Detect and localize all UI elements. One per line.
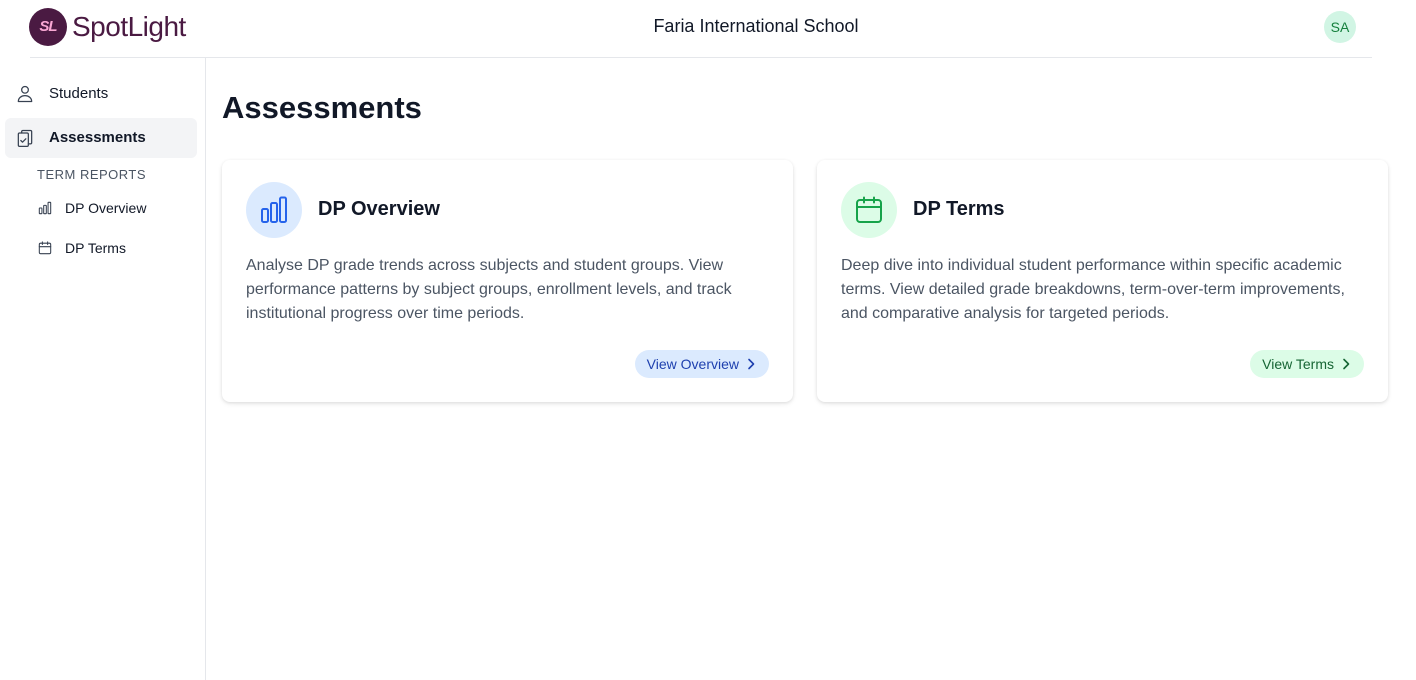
sidebar-subitem-label: DP Terms	[65, 240, 126, 256]
section-label-term-reports: TERM REPORTS	[37, 167, 147, 182]
page-title: Assessments	[222, 90, 422, 125]
header-divider	[30, 57, 1372, 58]
sidebar-item-assessments[interactable]: Assessments	[5, 118, 197, 158]
card-icon-circle	[246, 182, 302, 238]
clipboard-check-icon	[17, 129, 33, 147]
button-label: View Overview	[646, 356, 739, 372]
view-terms-button[interactable]: View Terms	[1250, 350, 1364, 378]
sidebar-item-students[interactable]: Students	[5, 74, 197, 114]
logo-text: SpotLight	[72, 11, 186, 42]
logo-badge-text: SL	[39, 18, 57, 35]
sidebar-subitem-dp-terms[interactable]: DP Terms	[30, 232, 200, 264]
sidebar-subitem-dp-overview[interactable]: DP Overview	[30, 192, 200, 224]
view-overview-button[interactable]: View Overview	[634, 350, 769, 378]
card-description: Analyse DP grade trends across subjects …	[246, 257, 732, 322]
app-logo[interactable]: SL SpotLight	[29, 8, 186, 46]
bar-chart-icon	[261, 196, 287, 223]
top-header: SL SpotLight Faria International School …	[0, 0, 1416, 58]
school-name: Faria International School	[653, 16, 859, 36]
card-description: Deep dive into individual student perfor…	[841, 257, 1345, 322]
button-label: View Terms	[1262, 356, 1334, 372]
logo-badge: SL	[29, 8, 67, 46]
card-title: DP Terms	[913, 198, 1005, 220]
bar-chart-icon	[38, 201, 52, 215]
chevron-right-icon	[1343, 358, 1350, 370]
card-dp-terms[interactable]: DP Terms Deep dive into individual stude…	[817, 160, 1388, 402]
card-dp-overview[interactable]: DP Overview Analyse DP grade trends acro…	[222, 160, 793, 402]
sidebar-item-label: Assessments	[49, 129, 146, 146]
chevron-right-icon	[748, 358, 755, 370]
sidebar-item-label: Students	[49, 85, 109, 102]
sidebar-subitem-label: DP Overview	[65, 200, 147, 216]
calendar-icon	[38, 241, 52, 255]
user-icon	[17, 85, 33, 103]
card-icon-circle	[841, 182, 897, 238]
sidebar: Students Assessments TERM REPORTS DP Ove…	[0, 58, 206, 680]
card-title: DP Overview	[318, 198, 440, 220]
calendar-icon	[856, 196, 882, 223]
user-avatar[interactable]: SA	[1324, 11, 1356, 43]
